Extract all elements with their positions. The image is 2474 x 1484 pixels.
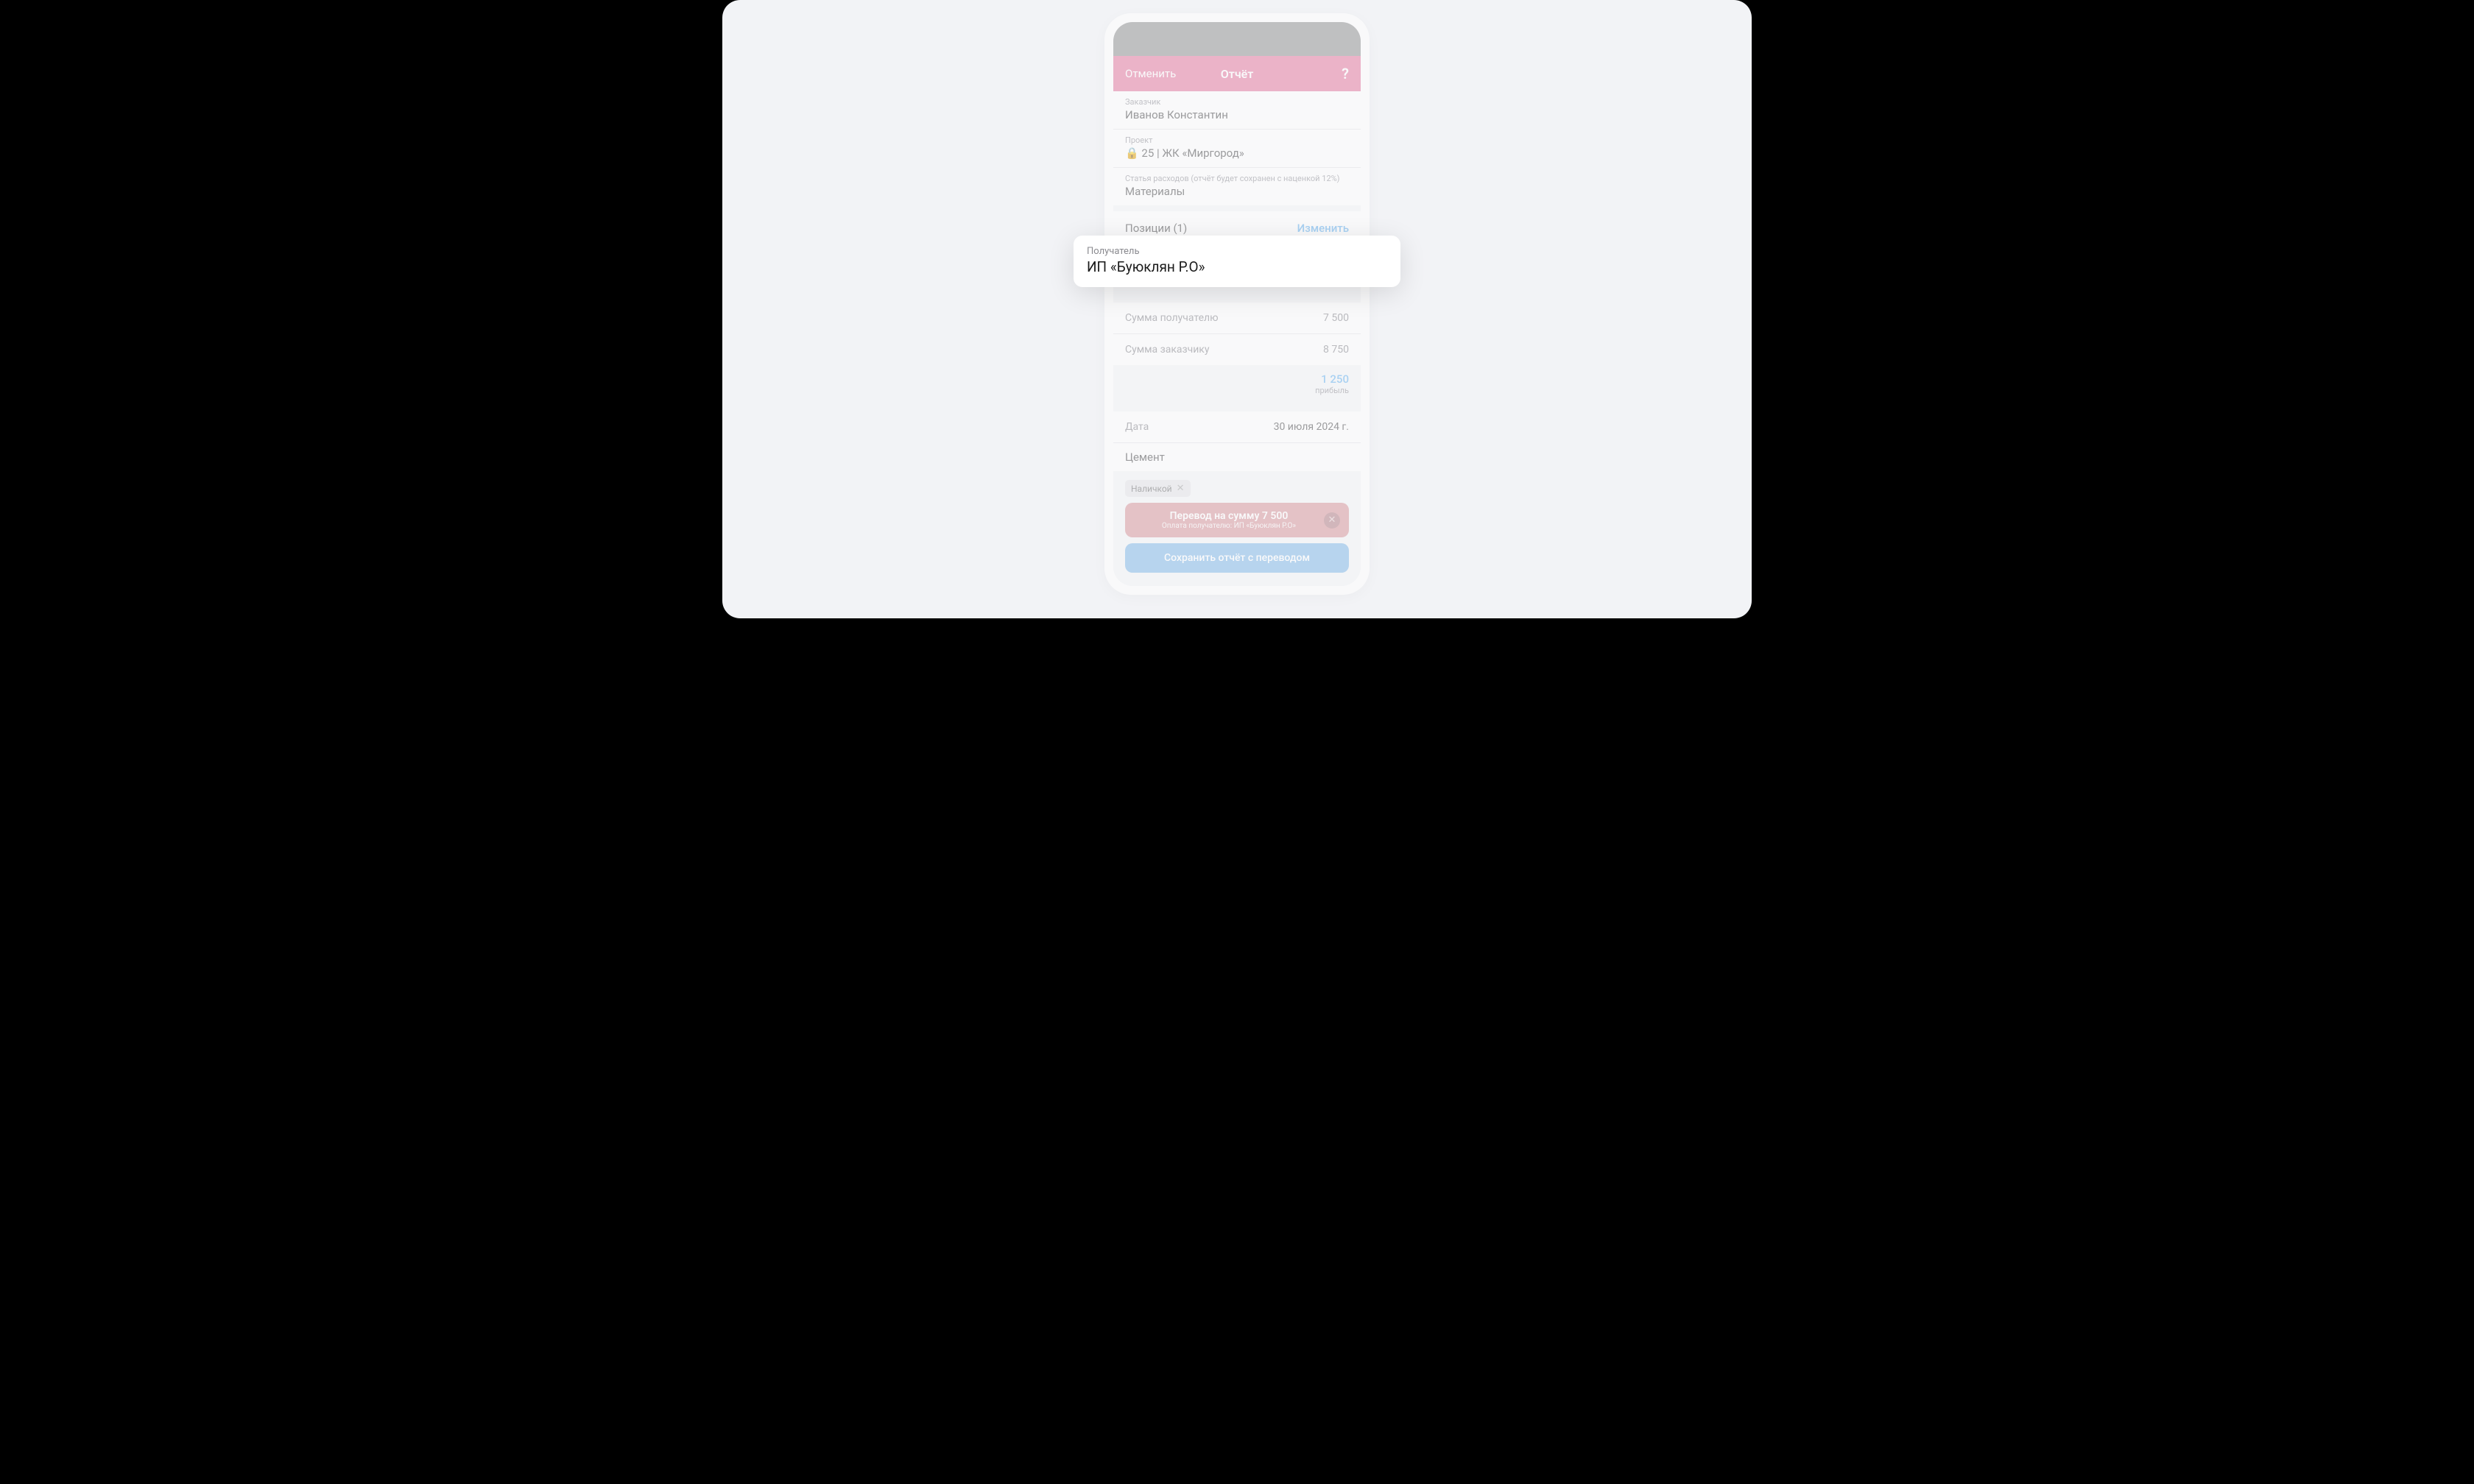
amount-recipient-row[interactable]: Сумма получателю 7 500: [1113, 303, 1361, 334]
phone-frame: Отменить Отчёт ? Заказчик Иванов Констан…: [1104, 13, 1370, 595]
status-bar: [1113, 22, 1361, 56]
date-label: Дата: [1125, 421, 1149, 433]
profit-amount: 1 250: [1125, 372, 1349, 386]
amount-client-label: Сумма заказчику: [1125, 344, 1210, 356]
profit-block: 1 250 прибыль: [1113, 365, 1361, 398]
expense-label: Статья расходов (отчёт будет сохранен с …: [1125, 174, 1349, 183]
amounts-section: Сумма получателю 7 500 Сумма заказчику 8…: [1113, 303, 1361, 365]
client-value: Иванов Константин: [1125, 108, 1349, 121]
app-viewport: Отменить Отчёт ? Заказчик Иванов Констан…: [722, 0, 1752, 618]
tag-cash[interactable]: Наличкой ✕: [1125, 480, 1191, 497]
transfer-card[interactable]: Перевод на сумму 7 500 Оплата получателю…: [1125, 503, 1349, 537]
help-icon[interactable]: ?: [1342, 65, 1349, 82]
navigation-bar: Отменить Отчёт ?: [1113, 56, 1361, 91]
date-row[interactable]: Дата 30 июля 2024 г.: [1113, 411, 1361, 443]
tag-remove-icon[interactable]: ✕: [1177, 483, 1185, 494]
transfer-title: Перевод на сумму 7 500: [1134, 510, 1324, 522]
phone-screen: Отменить Отчёт ? Заказчик Иванов Констан…: [1113, 22, 1361, 586]
expense-value: Материалы: [1125, 185, 1349, 198]
project-field[interactable]: Проект 🔒 25 | ЖК «Миргород»: [1113, 130, 1361, 168]
amount-recipient-label: Сумма получателю: [1125, 312, 1219, 324]
amount-client-value: 8 750: [1323, 344, 1349, 356]
project-label: Проект: [1125, 135, 1349, 145]
page-title: Отчёт: [1221, 67, 1253, 81]
transfer-text: Перевод на сумму 7 500 Оплата получателю…: [1134, 510, 1324, 530]
amount-client-row[interactable]: Сумма заказчику 8 750: [1113, 334, 1361, 365]
transfer-subtitle: Оплата получателю: ИП «Буюклян Р.О»: [1134, 522, 1324, 530]
positions-edit-button[interactable]: Изменить: [1297, 222, 1349, 235]
project-value: 🔒 25 | ЖК «Миргород»: [1125, 146, 1349, 160]
content-scroll[interactable]: Заказчик Иванов Константин Проект 🔒 25 |…: [1113, 91, 1361, 586]
transfer-close-icon[interactable]: ✕: [1324, 512, 1340, 529]
recipient-label: Получатель: [1087, 246, 1387, 257]
positions-label: Позиции (1): [1125, 222, 1187, 235]
client-field[interactable]: Заказчик Иванов Константин: [1113, 91, 1361, 130]
note-field[interactable]: Цемент: [1113, 443, 1361, 471]
save-report-button[interactable]: Сохранить отчёт с переводом: [1125, 543, 1349, 573]
date-section: Дата 30 июля 2024 г. Цемент: [1113, 411, 1361, 471]
tags-row: Наличкой ✕: [1113, 471, 1361, 503]
cancel-button[interactable]: Отменить: [1125, 67, 1176, 80]
tag-label: Наличкой: [1131, 484, 1172, 494]
profit-label: прибыль: [1125, 386, 1349, 395]
date-value: 30 июля 2024 г.: [1274, 421, 1349, 433]
amount-recipient-value: 7 500: [1323, 312, 1349, 324]
info-section: Заказчик Иванов Константин Проект 🔒 25 |…: [1113, 91, 1361, 205]
expense-field[interactable]: Статья расходов (отчёт будет сохранен с …: [1113, 168, 1361, 205]
recipient-popup[interactable]: Получатель ИП «Буюклян Р.О»: [1074, 236, 1400, 287]
client-label: Заказчик: [1125, 97, 1349, 107]
recipient-value: ИП «Буюклян Р.О»: [1087, 258, 1387, 275]
